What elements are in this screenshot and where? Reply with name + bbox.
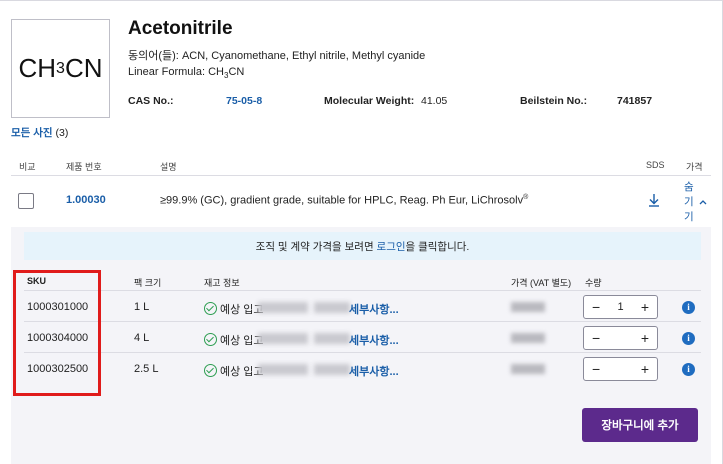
sku-highlight-box bbox=[13, 270, 101, 396]
download-icon[interactable] bbox=[646, 192, 662, 208]
blurred-date bbox=[258, 364, 308, 375]
blurred-info bbox=[314, 333, 350, 344]
beilstein-label: Beilstein No.: bbox=[520, 95, 588, 107]
quantity-stepper[interactable]: − + bbox=[583, 357, 658, 381]
pack-size: 4 L bbox=[134, 332, 150, 344]
synonyms-value: ACN, Cyanomethane, Ethyl nitrile, Methyl… bbox=[181, 50, 426, 62]
col-quantity: 수량 bbox=[585, 278, 602, 288]
all-photos: 모든 사진 (3) bbox=[11, 125, 68, 140]
pack-size: 1 L bbox=[134, 301, 150, 313]
toggle-line-2: 기 bbox=[684, 195, 710, 210]
decrement-button[interactable]: − bbox=[592, 299, 600, 315]
quantity-stepper[interactable]: − + bbox=[583, 326, 658, 350]
decrement-button[interactable]: − bbox=[592, 361, 600, 377]
registered-mark: ® bbox=[523, 194, 529, 201]
banner-suffix: 을 클릭합니다. bbox=[405, 240, 470, 253]
blurred-price bbox=[511, 364, 545, 374]
blurred-price bbox=[511, 302, 545, 312]
increment-button[interactable]: + bbox=[641, 299, 649, 315]
info-icon[interactable]: i bbox=[682, 363, 695, 376]
details-link[interactable]: 세부사항... bbox=[349, 301, 399, 317]
linear-formula-line: Linear Formula: CH3CN bbox=[128, 66, 244, 80]
photos-count: (3) bbox=[55, 127, 69, 139]
linear-formula-main: CH bbox=[208, 66, 224, 78]
linear-formula-label: Linear Formula: bbox=[128, 66, 206, 78]
synonyms-line: 동의어(들): ACN, Cyanomethane, Ethyl nitrile… bbox=[128, 47, 425, 63]
synonyms-label: 동의어(들): bbox=[128, 50, 179, 62]
add-to-cart-button[interactable]: 장바구니에 추가 bbox=[582, 408, 698, 442]
banner-prefix: 조직 및 계약 가격을 보려면 bbox=[255, 240, 374, 253]
product-number-link[interactable]: 1.00030 bbox=[66, 194, 106, 206]
blurred-date bbox=[258, 333, 308, 344]
login-banner: 조직 및 계약 가격을 보려면 로그인 을 클릭합니다. bbox=[24, 232, 701, 260]
product-title: Acetonitrile bbox=[128, 18, 233, 39]
increment-button[interactable]: + bbox=[641, 330, 649, 346]
availability-text: 예상 입고 bbox=[220, 366, 264, 378]
quantity-stepper[interactable]: − 1 + bbox=[583, 295, 658, 319]
beilstein-value: 741857 bbox=[617, 95, 653, 107]
header-divider bbox=[11, 175, 711, 176]
availability-text: 예상 입고 bbox=[220, 304, 264, 316]
col-compare: 비교 bbox=[19, 162, 36, 172]
col-product-number: 제품 번호 bbox=[66, 162, 102, 172]
row-divider bbox=[24, 321, 701, 322]
mw-value: 41.05 bbox=[421, 95, 448, 107]
info-icon[interactable]: i bbox=[682, 301, 695, 314]
decrement-button[interactable]: − bbox=[592, 330, 600, 346]
col-pack-size: 팩 크기 bbox=[134, 278, 162, 288]
toggle-line-2-text: 기 bbox=[684, 196, 694, 208]
linear-formula-value: CH3CN bbox=[208, 66, 245, 80]
product-description-text: ≥99.9% (GC), gradient grade, suitable fo… bbox=[160, 194, 524, 207]
login-link[interactable]: 로그인 bbox=[377, 239, 406, 254]
product-description: ≥99.9% (GC), gradient grade, suitable fo… bbox=[160, 194, 528, 207]
details-link[interactable]: 세부사항... bbox=[349, 363, 399, 379]
compare-checkbox[interactable] bbox=[18, 193, 34, 209]
product-image[interactable]: CH 3 CN bbox=[11, 19, 110, 118]
blurred-info bbox=[314, 364, 350, 375]
pack-size: 2.5 L bbox=[134, 363, 159, 375]
details-link[interactable]: 세부사항... bbox=[349, 332, 399, 348]
blurred-price bbox=[511, 333, 545, 343]
check-circle-icon bbox=[204, 364, 217, 377]
toggle-line-1: 숨 bbox=[684, 181, 694, 193]
col-price-vat: 가격 (VAT 별도) bbox=[511, 278, 572, 288]
check-circle-icon bbox=[204, 333, 217, 346]
formula-sub: 3 bbox=[56, 59, 65, 77]
linear-formula-tail: CN bbox=[228, 66, 245, 78]
toggle-line-3: 기 bbox=[684, 211, 694, 223]
col-description: 설명 bbox=[160, 162, 177, 172]
chevron-up-icon bbox=[699, 200, 707, 205]
row-divider bbox=[24, 352, 701, 353]
quantity-value[interactable]: 1 bbox=[617, 301, 623, 313]
info-icon[interactable]: i bbox=[682, 332, 695, 345]
formula-tail: CN bbox=[64, 53, 103, 83]
increment-button[interactable]: + bbox=[641, 361, 649, 377]
col-price: 가격 bbox=[686, 162, 703, 172]
cas-label: CAS No.: bbox=[128, 95, 174, 107]
cas-link[interactable]: 75-05-8 bbox=[226, 95, 262, 107]
blurred-info bbox=[314, 302, 350, 313]
top-border bbox=[0, 0, 723, 1]
mw-label: Molecular Weight: bbox=[324, 95, 415, 107]
col-sds: SDS bbox=[646, 160, 665, 170]
hide-price-toggle[interactable]: 숨 기 기 bbox=[684, 180, 710, 225]
check-circle-icon bbox=[204, 302, 217, 315]
availability-text: 예상 입고 bbox=[220, 335, 264, 347]
col-stock: 재고 정보 bbox=[204, 278, 240, 288]
sku-header-divider bbox=[24, 290, 701, 291]
all-photos-link[interactable]: 모든 사진 bbox=[11, 127, 53, 139]
blurred-date bbox=[258, 302, 308, 313]
formula-main: CH bbox=[18, 53, 57, 83]
